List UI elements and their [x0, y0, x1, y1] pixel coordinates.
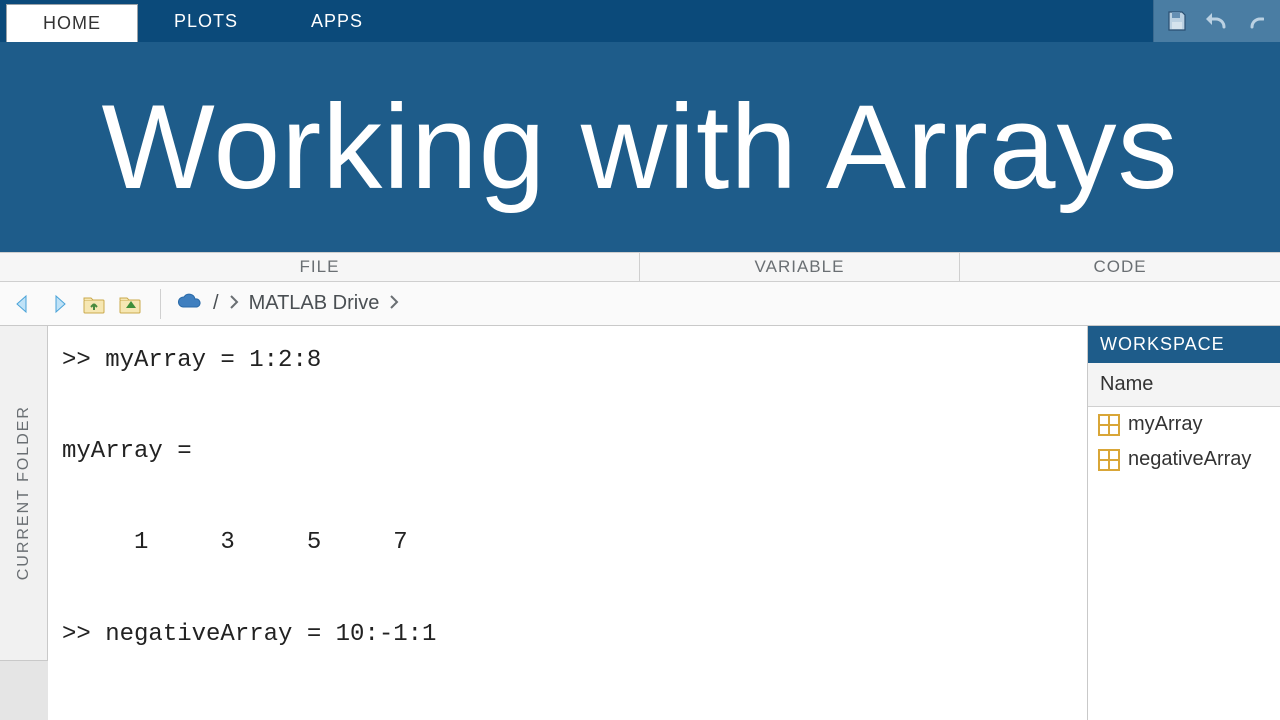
workspace-panel: WORKSPACE Name myArray negativeArray [1088, 326, 1280, 720]
cmd-line: 1 3 5 7 [62, 529, 408, 556]
address-bar: / MATLAB Drive [0, 282, 1280, 326]
tab-home[interactable]: HOME [6, 4, 138, 42]
section-code: CODE [960, 253, 1280, 281]
breadcrumb[interactable]: / MATLAB Drive [175, 290, 399, 318]
workspace-variable[interactable]: negativeArray [1088, 442, 1280, 477]
browse-folder-icon[interactable] [116, 289, 146, 319]
chevron-right-icon [229, 295, 239, 312]
current-folder-label: CURRENT FOLDER [15, 405, 33, 580]
undo-icon[interactable] [1204, 8, 1230, 34]
redo-icon[interactable] [1244, 8, 1270, 34]
sidebar-bottom-handle[interactable] [0, 660, 48, 720]
current-folder-panel-collapsed[interactable]: CURRENT FOLDER [0, 326, 48, 660]
save-icon[interactable] [1164, 8, 1190, 34]
forward-icon[interactable] [44, 289, 74, 319]
section-file: FILE [0, 253, 640, 281]
section-variable: VARIABLE [640, 253, 960, 281]
command-window[interactable]: >> myArray = 1:2:8 myArray = 1 3 5 7 >> … [48, 326, 1088, 720]
breadcrumb-root: / [213, 292, 219, 315]
cloud-icon [175, 290, 203, 318]
back-icon[interactable] [8, 289, 38, 319]
page-title: Working with Arrays [101, 78, 1178, 216]
workspace-column-name[interactable]: Name [1088, 363, 1280, 407]
cmd-line: myArray = [62, 438, 192, 465]
toolstrip-tabs: HOME PLOTS APPS [0, 0, 1280, 42]
tab-plots[interactable]: PLOTS [138, 0, 275, 42]
variable-icon [1098, 414, 1120, 436]
workspace-variable[interactable]: myArray [1088, 407, 1280, 442]
cmd-line: >> negativeArray = 10:-1:1 [62, 621, 436, 648]
quick-access-toolbar [1153, 0, 1280, 42]
up-folder-icon[interactable] [80, 289, 110, 319]
toolstrip-sections: FILE VARIABLE CODE [0, 252, 1280, 282]
breadcrumb-folder[interactable]: MATLAB Drive [249, 292, 380, 315]
tab-apps[interactable]: APPS [275, 0, 400, 42]
cmd-line: >> myArray = 1:2:8 [62, 347, 321, 374]
chevron-right-icon [389, 295, 399, 312]
variable-icon [1098, 449, 1120, 471]
main-area: CURRENT FOLDER >> myArray = 1:2:8 myArra… [0, 326, 1280, 720]
variable-name: myArray [1128, 413, 1202, 436]
variable-name: negativeArray [1128, 448, 1251, 471]
workspace-title[interactable]: WORKSPACE [1088, 326, 1280, 363]
page-title-banner: Working with Arrays [0, 42, 1280, 252]
